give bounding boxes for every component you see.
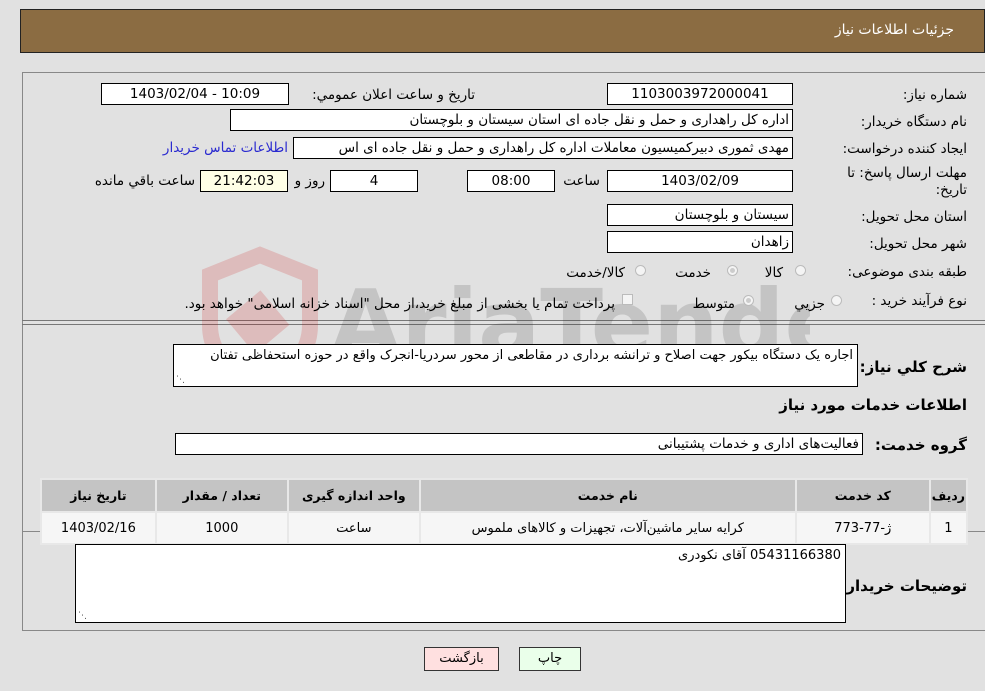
buyer-org-label: نام دستگاه خریدار:: [860, 114, 967, 130]
purchase-type-label: نوع فرآیند خرید :: [871, 293, 967, 309]
deadline-time-label: ساعت: [563, 173, 600, 189]
treasury-checkbox[interactable]: [622, 294, 633, 305]
resize-grip-icon[interactable]: ⋰: [176, 376, 185, 385]
services-table: ردیف کد خدمت نام خدمت واحد اندازه گیری ت…: [40, 478, 969, 545]
announce-datetime-field: 1403/02/04 - 10:09: [101, 83, 289, 105]
category-radio-goods-service[interactable]: [635, 265, 646, 276]
days-label: روز و: [294, 173, 325, 189]
col-header-service-name: نام خدمت: [418, 478, 797, 513]
cell-service-code: ژ-77-773: [794, 511, 931, 545]
buyer-notes-text: 05431166380 آقای نکودری: [678, 548, 841, 563]
announce-datetime-label: تاریخ و ساعت اعلان عمومي:: [312, 87, 475, 103]
cell-quantity: 1000: [154, 511, 289, 545]
delivery-province-label: استان محل تحویل:: [861, 209, 967, 225]
service-group-label: گروه خدمت:: [874, 436, 967, 454]
delivery-province-field: سیستان و بلوچستان: [607, 204, 793, 226]
need-number-label: شماره نیاز:: [902, 87, 967, 103]
section-divider: [22, 320, 985, 325]
purchase-radio-medium[interactable]: [743, 295, 754, 306]
services-section-title: اطلاعات خدمات مورد نیاز: [779, 396, 967, 414]
col-header-service-code: کد خدمت: [794, 478, 931, 513]
buyer-notes-textarea[interactable]: 05431166380 آقای نکودری ⋰: [75, 544, 846, 623]
deadline-date-field: 1403/02/09: [607, 170, 793, 192]
page-title: جزئیات اطلاعات نیاز: [834, 22, 954, 38]
col-header-unit: واحد اندازه گیری: [286, 478, 421, 513]
page-header: جزئیات اطلاعات نیاز: [20, 9, 985, 53]
buyer-notes-label: توضیحات خریدار:: [840, 577, 967, 595]
cell-service-name: کرایه سایر ماشین‌آلات، تجهیزات و کالاهای…: [418, 511, 797, 545]
requester-label: ایجاد کننده درخواست:: [842, 141, 967, 157]
category-radio-goods[interactable]: [795, 265, 806, 276]
back-button[interactable]: بازگشت: [424, 647, 499, 671]
delivery-city-field: زاهدان: [607, 231, 793, 253]
remaining-days-field: 4: [330, 170, 418, 192]
delivery-city-label: شهر محل تحویل:: [869, 236, 967, 252]
resize-grip-icon[interactable]: ⋰: [78, 612, 87, 621]
purchase-option-minor: جزيي: [794, 296, 825, 312]
service-group-field: فعالیت‌های اداری و خدمات پشتیبانی: [175, 433, 863, 455]
description-label: شرح کلي نياز:: [859, 358, 967, 376]
remaining-time-label: ساعت باقي مانده: [94, 173, 195, 189]
purchase-option-medium: متوسط: [692, 296, 735, 312]
treasury-note: پرداخت تمام یا بخشی از مبلغ خرید،از محل …: [184, 296, 615, 312]
col-header-row-number: ردیف: [928, 478, 969, 513]
category-option-service: خدمت: [675, 265, 711, 281]
category-radio-service[interactable]: [727, 265, 738, 276]
print-button[interactable]: چاپ: [519, 647, 581, 671]
description-text: اجاره یک دستگاه بیکور جهت اصلاح و ترانشه…: [210, 348, 853, 363]
col-header-quantity: تعداد / مقدار: [154, 478, 289, 513]
cell-unit: ساعت: [286, 511, 421, 545]
buyer-contact-link[interactable]: اطلاعات تماس خریدار: [163, 140, 288, 156]
requester-field: مهدی ثموری دبیرکمیسیون معاملات اداره کل …: [293, 137, 793, 159]
category-option-goods: کالا: [764, 265, 783, 281]
deadline-label: مهلت ارسال پاسخ: تا تاریخ:: [847, 165, 967, 198]
cell-need-date: 1403/02/16: [40, 511, 157, 545]
remaining-time-field: 21:42:03: [200, 170, 288, 192]
need-number-field: 1103003972000041: [607, 83, 793, 105]
deadline-time-field: 08:00: [467, 170, 555, 192]
cell-row-number: 1: [928, 511, 969, 545]
table-row: 1 ژ-77-773 کرایه سایر ماشین‌آلات، تجهیزا…: [40, 511, 969, 545]
category-option-goods-service: کالا/خدمت: [566, 265, 625, 281]
table-header-row: ردیف کد خدمت نام خدمت واحد اندازه گیری ت…: [40, 478, 969, 513]
category-label: طبقه بندی موضوعی:: [847, 264, 967, 280]
description-textarea[interactable]: اجاره یک دستگاه بیکور جهت اصلاح و ترانشه…: [173, 344, 858, 387]
col-header-need-date: تاریخ نیاز: [40, 478, 157, 513]
buyer-org-field: اداره کل راهداری و حمل و نقل جاده ای است…: [230, 109, 793, 131]
purchase-radio-minor[interactable]: [831, 295, 842, 306]
